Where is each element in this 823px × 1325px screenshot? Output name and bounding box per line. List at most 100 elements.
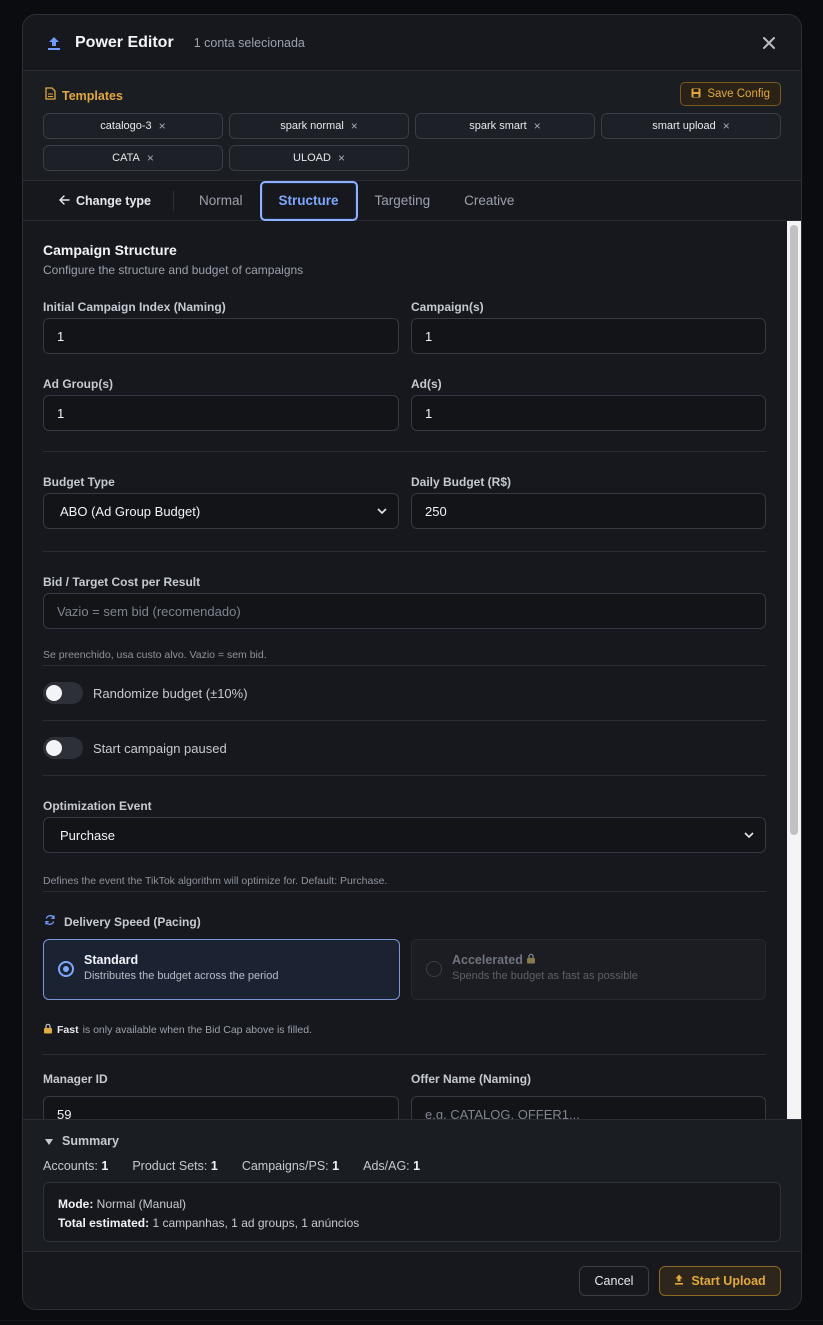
arrow-left-icon <box>59 194 70 208</box>
remove-template-icon[interactable]: × <box>159 119 166 133</box>
campaigns-label: Campaign(s) <box>411 300 484 314</box>
randomize-budget-toggle[interactable] <box>43 682 83 704</box>
start-paused-toggle[interactable] <box>43 737 83 759</box>
optimization-helper: Defines the event the TikTok algorithm w… <box>43 875 388 887</box>
template-chip-label: spark smart <box>469 120 527 132</box>
file-icon <box>45 87 56 105</box>
bid-input[interactable]: Vazio = sem bid (recomendado) <box>43 593 766 629</box>
template-chip[interactable]: spark smart × <box>415 113 595 139</box>
budget-type-label: Budget Type <box>43 475 115 489</box>
summary-stats: Accounts: 1 Product Sets: 1 Campaigns/PS… <box>43 1159 420 1173</box>
start-upload-label: Start Upload <box>691 1274 766 1288</box>
divider <box>43 775 766 776</box>
structure-form: Campaign Structure Configure the structu… <box>23 221 801 1119</box>
refresh-icon <box>44 913 56 931</box>
template-chip[interactable]: CATA × <box>43 145 223 171</box>
manager-id-input[interactable]: 59 <box>43 1096 399 1119</box>
cancel-button[interactable]: Cancel <box>579 1266 649 1296</box>
pacing-standard-desc: Distributes the budget across the period <box>84 970 279 982</box>
scrollbar-thumb[interactable] <box>790 225 798 835</box>
lock-icon <box>43 1023 53 1037</box>
randomize-budget-label: Randomize budget (±10%) <box>93 685 248 701</box>
template-chip[interactable]: ULOAD × <box>229 145 409 171</box>
save-config-button[interactable]: Save Config <box>680 82 781 106</box>
daily-budget-label: Daily Budget (R$) <box>411 475 512 489</box>
campaigns-input[interactable]: 1 <box>411 318 766 354</box>
template-chip[interactable]: smart upload × <box>601 113 781 139</box>
optimization-select[interactable]: Purchase <box>43 817 766 853</box>
bid-helper: Se preenchido, usa custo alvo. Vazio = s… <box>43 649 267 661</box>
offer-name-input[interactable]: e.g. CATALOG, OFFER1... <box>411 1096 766 1119</box>
save-config-label: Save Config <box>707 88 770 100</box>
templates-header: Templates <box>45 87 123 105</box>
tab-targeting[interactable]: Targeting <box>358 181 448 221</box>
template-chip[interactable]: spark normal × <box>229 113 409 139</box>
divider <box>43 451 766 452</box>
template-chip-label: ULOAD <box>293 152 331 164</box>
modal-title: Power Editor <box>75 33 174 51</box>
summary-box: Mode: Normal (Manual) Total estimated: 1… <box>43 1182 781 1242</box>
account-count: 1 conta selecionada <box>193 35 305 50</box>
initial-index-label: Initial Campaign Index (Naming) <box>43 300 226 314</box>
scrollbar[interactable] <box>787 221 801 1119</box>
pacing-standard-option[interactable]: Standard Distributes the budget across t… <box>43 939 400 1000</box>
ads-label: Ad(s) <box>411 377 442 391</box>
modal-header: Power Editor 1 conta selecionada <box>23 15 801 71</box>
template-chips: catalogo-3 × spark normal × spark smart × s… <box>43 113 782 171</box>
close-icon[interactable] <box>759 33 779 53</box>
templates-label: Templates <box>62 89 123 103</box>
template-chip[interactable]: catalogo-3 × <box>43 113 223 139</box>
ad-groups-label: Ad Group(s) <box>43 377 113 391</box>
randomize-budget-row: Randomize budget (±10%) <box>43 682 248 704</box>
pacing-accelerated-option: Accelerated Spends the budget as fast as… <box>411 939 766 1000</box>
power-editor-modal: Power Editor 1 conta selecionada Templat… <box>22 14 802 1310</box>
radio-empty-icon <box>426 961 442 977</box>
pacing-note-bold: Fast <box>57 1024 79 1036</box>
template-chip-label: catalogo-3 <box>100 120 152 132</box>
change-type-label: Change type <box>76 193 152 208</box>
ad-groups-input[interactable]: 1 <box>43 395 399 431</box>
remove-template-icon[interactable]: × <box>723 119 730 133</box>
budget-type-value: ABO (Ad Group Budget) <box>60 503 201 519</box>
remove-template-icon[interactable]: × <box>147 151 154 165</box>
remove-template-icon[interactable]: × <box>338 151 345 165</box>
initial-index-input[interactable]: 1 <box>43 318 399 354</box>
start-paused-label: Start campaign paused <box>93 740 227 756</box>
ads-input[interactable]: 1 <box>411 395 766 431</box>
remove-template-icon[interactable]: × <box>351 119 358 133</box>
chevron-down-icon <box>376 505 388 520</box>
start-upload-button[interactable]: Start Upload <box>659 1266 781 1296</box>
stat-ads-ag: Ads/AG: 1 <box>363 1159 421 1173</box>
template-chip-label: smart upload <box>652 120 716 132</box>
summary-mode: Mode: Normal (Manual) <box>58 1197 187 1211</box>
pacing-header: Delivery Speed (Pacing) <box>44 913 201 931</box>
stat-product-sets: Product Sets: 1 <box>132 1159 218 1173</box>
daily-budget-input[interactable]: 250 <box>411 493 766 529</box>
pacing-accelerated-desc: Spends the budget as fast as possible <box>452 970 638 982</box>
modal-footer: Cancel Start Upload <box>23 1251 801 1309</box>
divider <box>43 720 766 721</box>
divider <box>43 665 766 666</box>
pacing-label: Delivery Speed (Pacing) <box>64 915 201 929</box>
upload-icon <box>45 34 63 52</box>
summary-title: Summary <box>62 1134 119 1148</box>
divider <box>43 891 766 892</box>
tab-creative[interactable]: Creative <box>447 181 531 221</box>
radio-selected-icon <box>58 961 74 977</box>
summary-total: Total estimated: 1 campanhas, 1 ad group… <box>58 1216 360 1230</box>
tab-normal[interactable]: Normal <box>182 181 260 221</box>
start-paused-row: Start campaign paused <box>43 737 227 759</box>
tab-structure[interactable]: Structure <box>259 180 358 221</box>
offer-name-label: Offer Name (Naming) <box>411 1072 532 1086</box>
divider <box>43 551 766 552</box>
budget-type-select[interactable]: ABO (Ad Group Budget) <box>43 493 399 529</box>
tab-bar: Change type Normal Structure Targeting C… <box>23 180 801 221</box>
summary-toggle[interactable]: Summary <box>45 1134 119 1148</box>
change-type-button[interactable]: Change type <box>59 190 175 211</box>
pacing-note-text: is only available when the Bid Cap above… <box>82 1024 312 1036</box>
pacing-accelerated-title: Accelerated <box>452 953 638 967</box>
upload-icon <box>674 1274 684 1288</box>
section-title: Campaign Structure <box>43 242 177 258</box>
remove-template-icon[interactable]: × <box>534 119 541 133</box>
backdrop <box>0 1320 823 1321</box>
